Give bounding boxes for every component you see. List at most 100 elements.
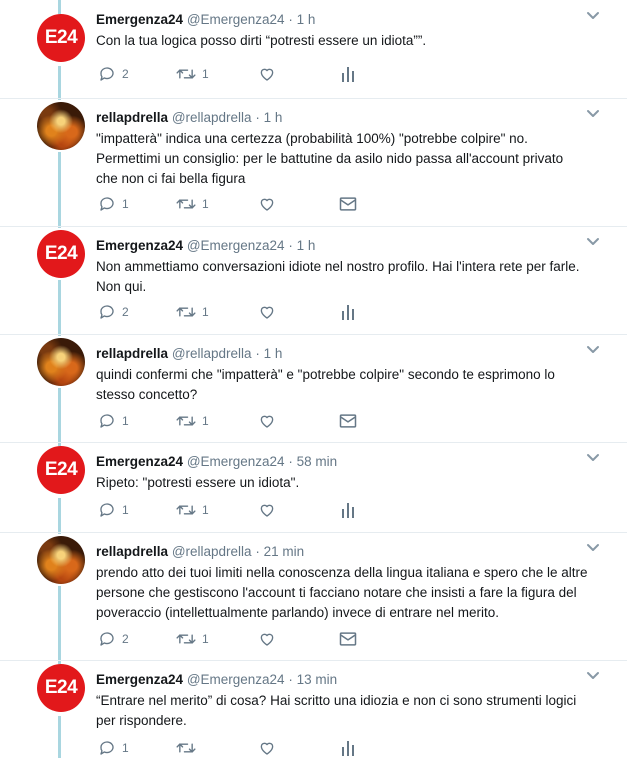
retweet-button[interactable]: 1 [176, 302, 209, 322]
analytics-button[interactable] [340, 302, 356, 322]
analytics-icon [340, 739, 356, 757]
thread-line [58, 66, 61, 100]
display-name[interactable]: Emergenza24 [96, 238, 183, 253]
like-button[interactable] [258, 194, 282, 214]
display-name[interactable]: rellapdrella [96, 544, 168, 559]
display-name[interactable]: Emergenza24 [96, 12, 183, 27]
avatar[interactable] [37, 338, 85, 386]
username[interactable]: @Emergenza24 [187, 12, 285, 27]
timestamp[interactable]: 1 h [264, 110, 283, 125]
chevron-down-icon[interactable] [586, 671, 599, 683]
like-button[interactable] [258, 411, 282, 431]
tweet: Emergenza24 @Emergenza24 · 58 min Ripeto:… [96, 453, 606, 493]
direct-message-button[interactable] [338, 411, 358, 431]
chevron-down-icon[interactable] [586, 237, 599, 249]
username[interactable]: @rellapdrella [172, 544, 252, 559]
retweet-button[interactable]: 1 [176, 64, 209, 84]
username[interactable]: @rellapdrella [172, 110, 252, 125]
direct-message-button[interactable] [338, 629, 358, 649]
tweet: rellapdrella @rellapdrella · 21 min prend… [96, 543, 606, 623]
analytics-button[interactable] [340, 500, 356, 520]
reply-button[interactable]: 1 [98, 500, 129, 520]
direct-message-button[interactable] [338, 194, 358, 214]
retweet-button[interactable]: 1 [176, 194, 209, 214]
avatar[interactable]: E24 [37, 230, 85, 278]
tweet-text-line: “Entrare nel merito” di cosa? Hai scritt… [96, 693, 577, 708]
reply-icon [98, 303, 116, 321]
tweet-header: Emergenza24 @Emergenza24 · 13 min [96, 671, 606, 689]
chevron-down-icon[interactable] [586, 543, 599, 555]
reply-button[interactable]: 1 [98, 738, 129, 758]
like-button[interactable] [258, 302, 282, 322]
avatar[interactable] [37, 102, 85, 150]
tweet-text: Non ammettiamo conversazioni idiote nel … [96, 257, 606, 297]
reply-button[interactable]: 2 [98, 302, 129, 322]
reply-count: 2 [122, 67, 129, 81]
tweet: Emergenza24 @Emergenza24 · 13 min “Entrar… [96, 671, 606, 731]
avatar-logo-text: E24 [44, 27, 78, 48]
retweet-button[interactable]: 1 [176, 500, 209, 520]
reply-count: 2 [122, 632, 129, 646]
avatar[interactable] [37, 536, 85, 584]
thread-line [58, 388, 61, 446]
display-name[interactable]: rellapdrella [96, 110, 168, 125]
chevron-down-icon[interactable] [586, 109, 599, 121]
tweet-header: rellapdrella @rellapdrella · 1 h [96, 109, 606, 127]
timestamp[interactable]: 1 h [297, 238, 316, 253]
reply-count: 1 [122, 414, 129, 428]
display-name[interactable]: Emergenza24 [96, 672, 183, 687]
reply-button[interactable]: 2 [98, 64, 129, 84]
retweet-icon [176, 739, 196, 757]
chevron-down-icon[interactable] [586, 453, 599, 465]
reply-button[interactable]: 1 [98, 194, 129, 214]
tweet: Emergenza24 @Emergenza24 · 1 h Con la tua… [96, 11, 606, 51]
chevron-down-icon[interactable] [586, 345, 599, 357]
heart-icon [258, 195, 276, 213]
reply-button[interactable]: 2 [98, 629, 129, 649]
retweet-button[interactable] [176, 738, 202, 758]
reply-button[interactable]: 1 [98, 411, 129, 431]
tweet-text: "impatterà" indica una certezza (probabi… [96, 129, 606, 189]
retweet-count: 1 [202, 503, 209, 517]
timestamp[interactable]: 13 min [297, 672, 338, 687]
tweet-header: rellapdrella @rellapdrella · 21 min [96, 543, 606, 561]
display-name[interactable]: rellapdrella [96, 346, 168, 361]
like-button[interactable] [258, 64, 282, 84]
analytics-icon [340, 303, 356, 321]
timestamp[interactable]: 1 h [264, 346, 283, 361]
timestamp[interactable]: 58 min [297, 454, 338, 469]
username[interactable]: @Emergenza24 [187, 672, 285, 687]
chevron-down-icon[interactable] [586, 11, 599, 23]
message-icon [338, 195, 358, 213]
tweet: rellapdrella @rellapdrella · 1 h "impatte… [96, 109, 606, 189]
tweet-text: “Entrare nel merito” di cosa? Hai scritt… [96, 691, 606, 731]
avatar-logo-text: E24 [44, 243, 78, 264]
tweet-text: Con la tua logica posso dirti “potresti … [96, 31, 606, 51]
avatar[interactable]: E24 [37, 446, 85, 494]
analytics-button[interactable] [340, 64, 356, 84]
retweet-button[interactable]: 1 [176, 629, 209, 649]
avatar[interactable]: E24 [37, 664, 85, 712]
username[interactable]: @Emergenza24 [187, 454, 285, 469]
timestamp[interactable]: 1 h [297, 12, 316, 27]
avatar[interactable]: E24 [37, 14, 85, 62]
retweet-icon [176, 630, 196, 648]
username[interactable]: @rellapdrella [172, 346, 252, 361]
retweet-count: 1 [202, 305, 209, 319]
reply-icon [98, 412, 116, 430]
retweet-icon [176, 412, 196, 430]
like-button[interactable] [258, 500, 282, 520]
timestamp[interactable]: 21 min [264, 544, 305, 559]
like-button[interactable] [258, 738, 282, 758]
retweet-icon [176, 303, 196, 321]
analytics-icon [340, 501, 356, 519]
retweet-count: 1 [202, 67, 209, 81]
retweet-button[interactable]: 1 [176, 411, 209, 431]
analytics-button[interactable] [340, 738, 356, 758]
like-button[interactable] [258, 629, 282, 649]
retweet-icon [176, 501, 196, 519]
username[interactable]: @Emergenza24 [187, 238, 285, 253]
display-name[interactable]: Emergenza24 [96, 454, 183, 469]
heart-icon [258, 630, 276, 648]
tweet-text-line: Non ammettiamo conversazioni idiote nel … [96, 259, 580, 274]
